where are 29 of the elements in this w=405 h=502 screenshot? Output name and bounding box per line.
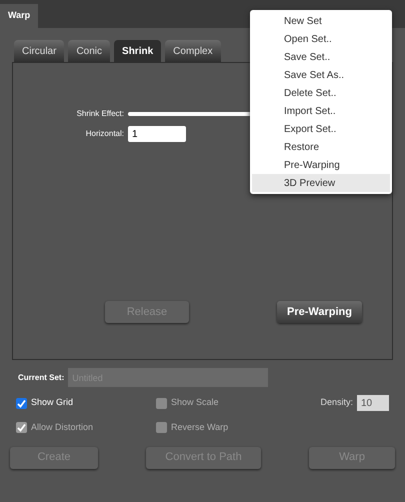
- menu-item[interactable]: Delete Set..: [252, 84, 390, 102]
- menu-item[interactable]: Save Set..: [252, 48, 390, 66]
- panel-tab[interactable]: Warp: [0, 4, 38, 28]
- input-field[interactable]: 1: [128, 126, 186, 142]
- menu-item[interactable]: Restore: [252, 138, 390, 156]
- menu-item[interactable]: Open Set..: [252, 30, 390, 48]
- checkbox-label: Reverse Warp: [171, 421, 228, 434]
- checkbox-label: Show Grid: [31, 396, 74, 410]
- menu-item[interactable]: Save Set As..: [252, 66, 390, 84]
- checkbox-label: Show Scale: [171, 396, 219, 410]
- checkmark-icon: [17, 423, 26, 432]
- checkbox[interactable]: [16, 398, 27, 408]
- tab[interactable]: Complex: [165, 40, 221, 62]
- field-label: Horizontal:: [84, 128, 125, 140]
- input-field[interactable]: 10: [357, 395, 389, 411]
- checkmark-icon: [17, 398, 26, 408]
- field-label: Density:: [320, 396, 353, 410]
- menu-item[interactable]: Import Set..: [252, 102, 390, 120]
- checkbox-label: Allow Distortion: [31, 421, 94, 434]
- tab[interactable]: Circular: [14, 40, 64, 62]
- menu-item[interactable]: Pre-Warping: [252, 156, 390, 174]
- tab[interactable]: Conic: [68, 40, 110, 62]
- field-label: Shrink Effect:: [76, 108, 125, 120]
- menu-item[interactable]: 3D Preview: [252, 174, 390, 192]
- tab[interactable]: Shrink: [114, 40, 162, 62]
- action-button[interactable]: Pre-Warping: [277, 301, 362, 323]
- menu-item[interactable]: Export Set..: [252, 120, 390, 138]
- menu-item[interactable]: New Set: [252, 12, 390, 30]
- field-label: Current Set:: [18, 372, 64, 384]
